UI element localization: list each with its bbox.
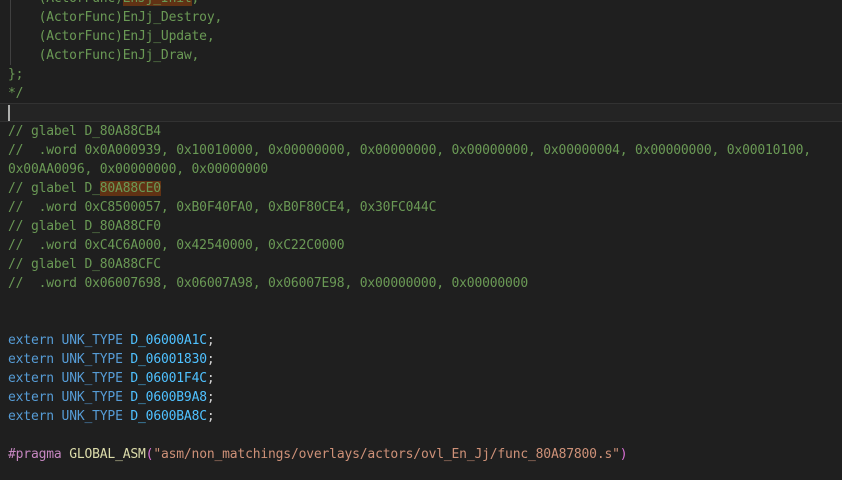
code-token: // .word 0x0A000939, 0x10010000, 0x00000… <box>8 143 811 158</box>
code-token: (ActorFunc)EnJj_Destroy, <box>8 10 222 25</box>
code-token <box>54 409 62 424</box>
code-token <box>54 371 62 386</box>
code-line[interactable]: (ActorFunc)EnJj_Init, <box>0 0 842 8</box>
code-line[interactable] <box>0 464 842 480</box>
code-token <box>54 352 62 367</box>
find-match-highlight: 80A88CE0 <box>100 181 161 196</box>
code-line[interactable]: // .word 0xC8500057, 0xB0F40FA0, 0xB0F80… <box>0 198 842 217</box>
code-token <box>54 333 62 348</box>
code-token: // glabel D_ <box>8 181 100 196</box>
code-line[interactable]: extern UNK_TYPE D_0600B9A8; <box>0 388 842 407</box>
code-token: extern <box>8 352 54 367</box>
code-line[interactable]: }; <box>0 65 842 84</box>
code-line[interactable] <box>0 312 842 331</box>
code-line[interactable]: extern UNK_TYPE D_06001830; <box>0 350 842 369</box>
code-token: UNK_TYPE <box>62 390 123 405</box>
code-token: extern <box>8 409 54 424</box>
code-token: ; <box>207 390 215 405</box>
code-token: }; <box>8 67 23 82</box>
code-token: // glabel D_80A88CFC <box>8 257 161 272</box>
text-cursor <box>8 105 10 121</box>
code-token: , <box>192 0 200 6</box>
code-token: // .word 0xC4C6A000, 0x42540000, 0xC22C0… <box>8 238 344 253</box>
code-line[interactable] <box>0 426 842 445</box>
code-token: (ActorFunc)EnJj_Draw, <box>8 48 199 63</box>
code-line[interactable]: // .word 0x0A000939, 0x10010000, 0x00000… <box>0 141 842 160</box>
code-token: D_06001F4C <box>130 371 206 386</box>
code-token: ; <box>207 352 215 367</box>
code-token: D_06000A1C <box>130 333 206 348</box>
code-token: extern <box>8 333 54 348</box>
code-token: D_0600BA8C <box>130 409 206 424</box>
code-line[interactable]: #pragma GLOBAL_ASM("asm/non_matchings/ov… <box>0 445 842 464</box>
code-area[interactable]: (ActorFunc)EnJj_Init, (ActorFunc)EnJj_De… <box>0 0 842 480</box>
code-token: ; <box>207 371 215 386</box>
code-token: 0x00AA0096, 0x00000000, 0x00000000 <box>8 162 268 177</box>
code-token: // glabel D_80A88CB4 <box>8 124 161 139</box>
code-line[interactable]: // glabel D_80A88CB4 <box>0 122 842 141</box>
code-token: extern <box>8 390 54 405</box>
code-token: GLOBAL_ASM <box>69 447 145 462</box>
code-line[interactable]: // .word 0x06007698, 0x06007A98, 0x06007… <box>0 274 842 293</box>
code-token: D_06001830 <box>130 352 206 367</box>
code-token: UNK_TYPE <box>62 371 123 386</box>
code-token: // .word 0x06007698, 0x06007A98, 0x06007… <box>8 276 528 291</box>
code-line[interactable]: extern UNK_TYPE D_06000A1C; <box>0 331 842 350</box>
code-token <box>54 390 62 405</box>
code-token: #pragma <box>8 447 62 462</box>
code-editor[interactable]: (ActorFunc)EnJj_Init, (ActorFunc)EnJj_De… <box>0 0 842 480</box>
code-line[interactable]: 0x00AA0096, 0x00000000, 0x00000000 <box>0 160 842 179</box>
code-token: (ActorFunc) <box>8 0 123 6</box>
code-line[interactable]: */ <box>0 84 842 103</box>
find-match-highlight: EnJj_Init <box>123 0 192 6</box>
code-token: UNK_TYPE <box>62 409 123 424</box>
code-line[interactable]: (ActorFunc)EnJj_Draw, <box>0 46 842 65</box>
code-token: UNK_TYPE <box>62 333 123 348</box>
code-token: extern <box>8 371 54 386</box>
code-line[interactable]: // .word 0xC4C6A000, 0x42540000, 0xC22C0… <box>0 236 842 255</box>
code-token: UNK_TYPE <box>62 352 123 367</box>
code-line[interactable]: (ActorFunc)EnJj_Destroy, <box>0 8 842 27</box>
code-line[interactable]: extern UNK_TYPE D_0600BA8C; <box>0 407 842 426</box>
code-token: ) <box>620 447 628 462</box>
code-token: ; <box>207 409 215 424</box>
code-token: // glabel D_80A88CF0 <box>8 219 161 234</box>
code-token: */ <box>8 86 23 101</box>
code-line[interactable]: // glabel D_80A88CFC <box>0 255 842 274</box>
code-token: D_0600B9A8 <box>130 390 206 405</box>
code-line[interactable]: (ActorFunc)EnJj_Update, <box>0 27 842 46</box>
code-token: ; <box>207 333 215 348</box>
current-line[interactable] <box>0 103 842 122</box>
code-line[interactable] <box>0 293 842 312</box>
code-token: "asm/non_matchings/overlays/actors/ovl_E… <box>153 447 619 462</box>
code-line[interactable]: extern UNK_TYPE D_06001F4C; <box>0 369 842 388</box>
code-token: (ActorFunc)EnJj_Update, <box>8 29 214 44</box>
code-token: // .word 0xC8500057, 0xB0F40FA0, 0xB0F80… <box>8 200 436 215</box>
code-line[interactable]: // glabel D_80A88CE0 <box>0 179 842 198</box>
code-line[interactable]: // glabel D_80A88CF0 <box>0 217 842 236</box>
